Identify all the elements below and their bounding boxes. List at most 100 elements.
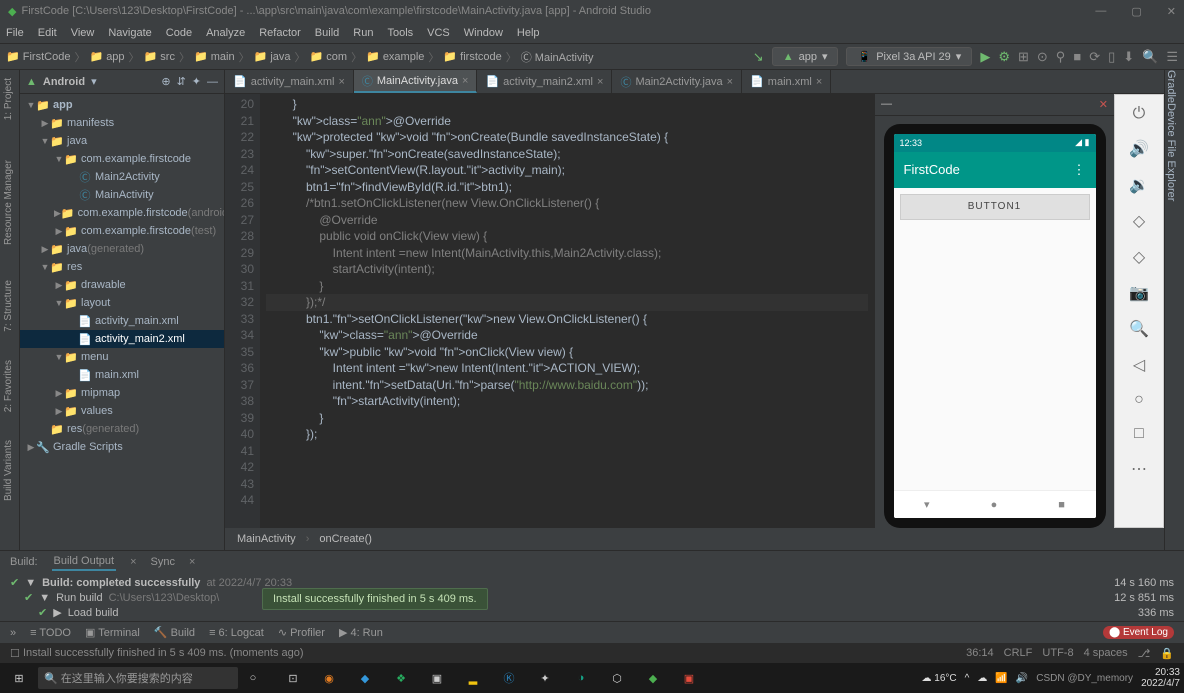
menu-navigate[interactable]: Navigate <box>108 27 151 39</box>
tree-com-example-firstcode[interactable]: ▶📁com.example.firstcode (androidTest) <box>20 204 224 222</box>
close-icon[interactable]: ✕ <box>1167 5 1176 18</box>
breadcrumb-2[interactable]: 📁 src <box>144 50 175 63</box>
tab-structure[interactable]: 7: Structure <box>3 280 14 332</box>
zoom-icon[interactable]: 🔍 <box>1129 319 1149 339</box>
tray-time[interactable]: 20:33 <box>1141 667 1180 678</box>
tab-build[interactable]: Build <box>171 627 195 639</box>
attach-icon[interactable]: ⚲ <box>1056 49 1066 65</box>
breadcrumb-7[interactable]: 📁 firstcode <box>443 50 501 63</box>
search-icon[interactable]: 🔍 <box>1142 49 1158 65</box>
tree-com-example-firstcode[interactable]: ▼📁com.example.firstcode <box>20 150 224 168</box>
tab-favorites[interactable]: 2: Favorites <box>3 360 14 412</box>
tray-volume[interactable]: 🔊 <box>1016 673 1028 684</box>
app-vscode[interactable]: ▣ <box>420 665 454 691</box>
taskbar-search[interactable]: 🔍 在这里输入你要搜索的内容 <box>38 667 238 689</box>
menu-tools[interactable]: Tools <box>387 27 413 39</box>
breadcrumb-4[interactable]: 📁 java <box>254 50 291 63</box>
app-misc4[interactable]: ▣ <box>672 665 706 691</box>
crumb-class[interactable]: MainActivity <box>237 533 296 545</box>
lock-icon[interactable]: 🔒 <box>1160 647 1174 660</box>
tab-device-file-explorer[interactable]: Device File Explorer <box>1165 103 1177 201</box>
tree-values[interactable]: ▶📁values <box>20 402 224 420</box>
back-icon[interactable]: ↘ <box>753 49 764 65</box>
tree-res[interactable]: ▼📁res <box>20 258 224 276</box>
chevron-down-icon[interactable]: ▾ <box>91 75 97 88</box>
debug-icon[interactable]: ⚙ <box>998 49 1010 65</box>
rotate-right-icon[interactable]: ◇ <box>1133 247 1145 267</box>
run-icon[interactable]: ▶ <box>980 49 990 65</box>
app-browser[interactable]: ◆ <box>348 665 382 691</box>
app-edge[interactable]: ◉ <box>312 665 346 691</box>
tray-wifi[interactable]: 📶 <box>995 673 1007 684</box>
status-indent[interactable]: 4 spaces <box>1084 647 1128 660</box>
menu-window[interactable]: Window <box>464 27 503 39</box>
app-misc2[interactable]: ◑ <box>564 665 598 691</box>
status-crlf[interactable]: CRLF <box>1004 647 1033 660</box>
emulator-min-icon[interactable]: — <box>881 98 892 110</box>
sync-icon[interactable]: ⟳ <box>1089 49 1100 65</box>
phone-menu-icon[interactable]: ⋮ <box>1073 162 1086 178</box>
tree-app[interactable]: ▼📁app <box>20 96 224 114</box>
breadcrumb-8[interactable]: Ⓒ MainActivity <box>521 49 594 65</box>
menu-refactor[interactable]: Refactor <box>259 27 301 39</box>
collapse-icon[interactable]: ⇵ <box>177 75 186 88</box>
emu-more-icon[interactable]: ⋯ <box>1131 459 1147 479</box>
tab-activity_main.xml[interactable]: 📄activity_main.xml× <box>225 70 354 93</box>
menu-help[interactable]: Help <box>517 27 540 39</box>
weather-icon[interactable]: ☁ 16°C <box>921 673 956 684</box>
emu-back-icon[interactable]: ◁ <box>1133 355 1145 375</box>
breadcrumb-0[interactable]: 📁 FirstCode <box>6 50 70 63</box>
maximize-icon[interactable]: ▢ <box>1131 5 1141 18</box>
crumb-method[interactable]: onCreate() <box>319 533 372 545</box>
phone-home-头[interactable]: ● <box>991 499 998 511</box>
menu-view[interactable]: View <box>71 27 95 39</box>
volume-up-icon[interactable]: 🔊 <box>1129 139 1149 159</box>
breadcrumb-6[interactable]: 📁 example <box>366 50 424 63</box>
power-icon[interactable]: ⏻ <box>1133 105 1146 123</box>
menu-code[interactable]: Code <box>166 27 192 39</box>
phone-recent-icon[interactable]: ■ <box>1058 499 1065 511</box>
app-misc3[interactable]: ⬡ <box>600 665 634 691</box>
tab-profiler[interactable]: Profiler <box>290 627 325 639</box>
tree-java[interactable]: ▶📁java (generated) <box>20 240 224 258</box>
settings-icon[interactable]: ✦ <box>192 75 201 88</box>
coverage-icon[interactable]: ⊞ <box>1018 49 1029 65</box>
tab-main.xml[interactable]: 📄main.xml× <box>742 70 831 93</box>
git-icon[interactable]: ⎇ <box>1138 647 1151 660</box>
minimize-icon[interactable]: — <box>1095 5 1106 18</box>
app-android-studio[interactable]: ◆ <box>636 665 670 691</box>
project-tree[interactable]: ▼📁app▶📁manifests▼📁java▼📁com.example.firs… <box>20 94 224 458</box>
volume-down-icon[interactable]: 🔉 <box>1129 175 1149 195</box>
menu-analyze[interactable]: Analyze <box>206 27 245 39</box>
app-folder[interactable]: ▂ <box>456 665 490 691</box>
target-icon[interactable]: ⊕ <box>161 75 170 88</box>
phone-back-icon[interactable]: ▾ <box>924 498 930 511</box>
tab-project[interactable]: 1: Project <box>3 78 14 120</box>
menu-file[interactable]: File <box>6 27 24 39</box>
breadcrumb-5[interactable]: 📁 com <box>310 50 348 63</box>
tree-MainActivity[interactable]: ⒸMainActivity <box>20 186 224 204</box>
hide-icon[interactable]: — <box>207 76 218 88</box>
app-wechat[interactable]: ❖ <box>384 665 418 691</box>
tree-main-xml[interactable]: 📄main.xml <box>20 366 224 384</box>
sidebar-mode[interactable]: Android <box>43 76 85 88</box>
app-kugou[interactable]: Ⓚ <box>492 665 526 691</box>
task-view-icon[interactable]: ⊡ <box>276 665 310 691</box>
tree-Gradle-Scripts[interactable]: ▶🔧Gradle Scripts <box>20 438 224 456</box>
breadcrumb-1[interactable]: 📁 app <box>89 50 124 63</box>
menu-vcs[interactable]: VCS <box>427 27 450 39</box>
tree-activity_main-xml[interactable]: 📄activity_main.xml <box>20 312 224 330</box>
camera-icon[interactable]: 📷 <box>1129 283 1149 303</box>
menu-run[interactable]: Run <box>353 27 373 39</box>
tree-mipmap[interactable]: ▶📁mipmap <box>20 384 224 402</box>
tab-resource-manager[interactable]: Resource Manager <box>3 160 14 245</box>
device-selector[interactable]: 📱 Pixel 3a API 29 ▾ <box>846 47 972 66</box>
sdk-icon[interactable]: ⬇ <box>1123 49 1134 65</box>
tab-Main2Activity.java[interactable]: ⒸMain2Activity.java× <box>612 70 742 93</box>
profile-icon[interactable]: ⊙ <box>1037 49 1048 65</box>
tree-activity_main2-xml[interactable]: 📄activity_main2.xml <box>20 330 224 348</box>
menu-edit[interactable]: Edit <box>38 27 57 39</box>
tab-captures[interactable]: » <box>10 627 16 639</box>
tab-logcat[interactable]: 6: Logcat <box>219 627 264 639</box>
status-encoding[interactable]: UTF-8 <box>1042 647 1073 660</box>
